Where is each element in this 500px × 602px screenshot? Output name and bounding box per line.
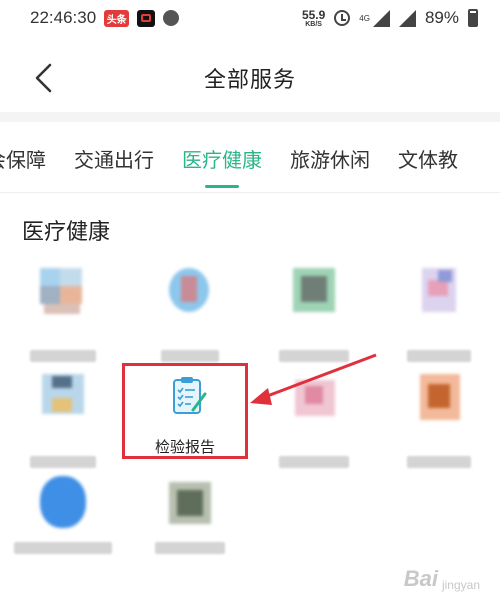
service-item-blurred[interactable]	[135, 262, 245, 372]
service-item-blurred[interactable]	[135, 474, 245, 584]
blurred-service-icon	[287, 368, 341, 426]
tabs-divider	[0, 192, 500, 193]
blurred-service-label	[155, 542, 225, 554]
baidu-jingyan-watermark: Bai jingyan	[404, 566, 480, 592]
watermark-sub: jingyan	[441, 578, 480, 592]
header-divider	[0, 112, 500, 122]
status-right: 55.9 KB/S 4G 89%	[302, 8, 478, 28]
service-item-lab-report[interactable]: 检验报告	[122, 363, 248, 459]
alarm-icon	[334, 10, 351, 26]
tab-label: 交通出行	[74, 148, 154, 172]
tab-medical-health[interactable]: 医疗健康	[182, 132, 262, 190]
blurred-service-label	[30, 456, 96, 468]
signal-icon	[372, 9, 390, 27]
page-title: 全部服务	[203, 68, 296, 93]
notification-dot-icon	[163, 10, 180, 26]
tab-social-security[interactable]: 会保障	[0, 132, 46, 190]
service-item-blurred[interactable]	[8, 474, 118, 584]
net-speed-indicator: 55.9 KB/S	[302, 9, 325, 28]
service-item-blurred[interactable]	[259, 262, 369, 372]
category-tabs: 会保障 交通出行 医疗健康 旅游休闲 文体教	[0, 132, 486, 190]
blurred-service-icon	[287, 262, 341, 320]
blurred-service-label	[407, 350, 471, 362]
blurred-service-icon	[36, 262, 90, 320]
tab-travel-leisure[interactable]: 旅游休闲	[290, 132, 370, 190]
clipboard-checklist-icon	[173, 377, 207, 414]
status-bar: 22:46:30 头条 55.9 KB/S 4G 89%	[0, 0, 500, 36]
page-header: 全部服务	[0, 52, 500, 104]
service-item-blurred[interactable]	[8, 262, 118, 372]
blurred-service-label	[14, 542, 112, 554]
blurred-service-label	[279, 350, 349, 362]
blurred-service-icon	[412, 262, 466, 320]
service-item-blurred[interactable]	[8, 368, 118, 478]
service-item-blurred[interactable]	[259, 368, 369, 478]
watermark-brand: Bai	[403, 566, 438, 591]
blurred-service-label	[161, 350, 219, 362]
battery-icon	[468, 9, 478, 27]
status-time: 22:46:30	[30, 8, 97, 27]
tab-label: 医疗健康	[182, 148, 262, 172]
blurred-service-icon	[412, 368, 466, 426]
net-speed-unit: KB/S	[305, 20, 322, 28]
blurred-service-icon	[163, 474, 217, 532]
service-item-blurred[interactable]	[384, 262, 494, 372]
chevron-left-icon	[35, 63, 52, 93]
tab-label: 旅游休闲	[290, 148, 370, 172]
section-title: 医疗健康	[22, 220, 111, 245]
toutiao-app-icon: 头条	[104, 9, 130, 27]
blurred-service-icon	[163, 262, 217, 320]
tab-transportation[interactable]: 交通出行	[74, 132, 154, 190]
tv-app-icon	[137, 9, 156, 27]
network-type: 4G	[359, 13, 370, 23]
tab-culture-education[interactable]: 文体教	[398, 132, 458, 190]
service-item-blurred[interactable]	[384, 368, 494, 478]
blurred-service-icon	[36, 368, 90, 426]
tab-label: 文体教	[398, 148, 458, 172]
blurred-service-label	[30, 350, 96, 362]
blurred-service-label	[279, 456, 349, 468]
net-speed-value: 55.9	[301, 7, 326, 22]
lab-report-label: 检验报告	[154, 438, 215, 456]
back-button[interactable]	[26, 60, 62, 96]
status-left: 22:46:30 头条	[30, 8, 180, 28]
tab-label: 会保障	[0, 148, 46, 172]
blurred-service-icon	[36, 474, 90, 532]
blurred-service-label	[407, 456, 471, 468]
battery-percent: 89%	[424, 8, 459, 27]
wifi-signal-icon	[398, 9, 416, 27]
